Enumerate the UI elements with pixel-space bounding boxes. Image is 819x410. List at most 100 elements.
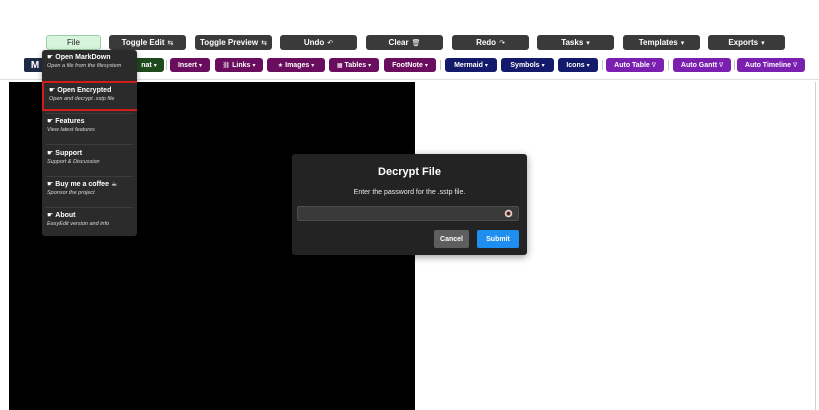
format-button[interactable]: nat ▾ [134,58,164,72]
menu-item-desc: View latest features [47,127,95,133]
menu-item-title-row: ☛ Buy me a coffee ☕ [47,180,137,189]
dialog-title: Decrypt File [378,166,441,178]
redo-icon: ↷ [499,39,505,47]
menu-item-open-markdown[interactable]: ☛ Open MarkDown Open a file from the fil… [42,50,137,80]
icons-label: Icons [566,61,585,69]
toggle-preview-button[interactable]: Toggle Preview ⇆ [195,35,272,50]
menu-item-title-row: ☛ Support [47,149,137,158]
chevron-down-icon: ▾ [153,62,157,69]
menu-item-desc: Open a file from the filesystem [47,63,122,69]
chevron-down-icon: ▾ [541,62,545,69]
coffee-icon: ☕ [110,181,118,188]
chevron-down-icon: ▾ [586,62,590,69]
menu-item-desc: Open and decrypt .sstp file [49,96,115,102]
menu-item-desc: Support & Discussion [47,159,100,165]
chevron-down-icon: ▾ [252,62,256,69]
menu-item-title: About [55,211,76,219]
menu-item-buy-coffee[interactable]: ☛ Buy me a coffee ☕ Sponsor the project [42,177,137,207]
chevron-down-icon: ▾ [311,62,315,69]
easyedit-app: File Toggle Edit ⇆ Toggle Preview ⇆ Undo… [0,0,819,410]
nabla-icon: ∇ [651,62,656,69]
tasks-button[interactable]: Tasks ▾ [537,35,614,50]
auto-timeline-button[interactable]: Auto Timeline ∇ [737,58,805,72]
auto-gantt-button[interactable]: Auto Gantt ∇ [673,58,731,72]
auto-gantt-label: Auto Gantt [680,61,718,69]
preview-border [815,82,816,410]
hand-pointer-icon: ☛ [47,212,54,219]
chevron-down-icon: ▾ [424,62,428,69]
insert-button[interactable]: Insert ▾ [170,58,210,72]
menu-item-title-row: ☛ Open Encrypted [49,86,137,95]
auto-timeline-label: Auto Timeline [744,61,792,69]
clear-label: Clear [388,38,409,47]
file-label: File [67,38,80,47]
tables-label: Tables [344,61,367,69]
toggle-edit-label: Toggle Edit [121,38,165,47]
eye-icon[interactable] [504,209,513,218]
icons-button[interactable]: Icons ▾ [558,58,598,72]
chevron-down-icon: ▾ [680,39,685,47]
submit-button[interactable]: Submit [477,230,519,248]
toolbar-divider [440,60,441,70]
swap-icon: ⇆ [261,39,267,47]
nabla-icon: ∇ [719,62,724,69]
tables-button[interactable]: ▦ Tables ▾ [329,58,379,72]
toolbar-divider [166,60,167,70]
auto-table-button[interactable]: Auto Table ∇ [606,58,664,72]
chevron-down-icon: ▾ [484,62,488,69]
toolbar-divider [734,60,735,70]
link-icon: ⛓ [222,62,231,69]
chevron-down-icon: ▾ [368,62,372,69]
undo-button[interactable]: Undo ↶ [280,35,357,50]
links-label: Links [232,61,251,69]
footnote-button[interactable]: FootNote ▾ [384,58,436,72]
images-button[interactable]: ★ Images ▾ [267,58,325,72]
menu-item-title-row: ☛ Open MarkDown [47,53,137,62]
logo-letter: M [30,59,40,71]
menu-item-title: Support [55,149,83,157]
swap-icon: ⇆ [167,39,174,47]
menu-item-open-encrypted[interactable]: ☛ Open Encrypted Open and decrypt .sstp … [42,81,137,111]
menu-item-title-row: ☛ Features [47,117,137,126]
file-button[interactable]: File [46,35,101,50]
trash-icon: 🗑 [411,39,421,47]
menu-item-title: Features [55,117,85,125]
star-icon: ★ [277,62,284,69]
table-icon: ▦ [336,62,343,69]
toolbar-divider [602,60,603,70]
tasks-label: Tasks [561,38,584,47]
redo-button[interactable]: Redo ↷ [452,35,529,50]
toolbar-divider [668,60,669,70]
templates-button[interactable]: Templates ▾ [623,35,700,50]
undo-label: Undo [303,38,325,47]
clear-button[interactable]: Clear 🗑 [366,35,443,50]
footnote-label: FootNote [392,61,423,69]
dialog-message: Enter the password for the .sstp file. [353,189,466,196]
menu-divider [46,144,133,145]
cancel-button[interactable]: Cancel [434,230,469,248]
toggle-edit-button[interactable]: Toggle Edit ⇆ [109,35,186,50]
symbols-button[interactable]: Symbols ▾ [501,58,554,72]
exports-label: Exports [728,38,759,47]
mermaid-button[interactable]: Mermaid ▾ [445,58,497,72]
menu-item-title: Open Encrypted [57,86,112,94]
links-button[interactable]: ⛓ Links ▾ [215,58,263,72]
chevron-down-icon: ▾ [586,39,590,47]
password-input[interactable] [297,206,519,221]
menu-item-support[interactable]: ☛ Support Support & Discussion [42,146,137,176]
templates-label: Templates [638,38,678,47]
undo-icon: ↶ [327,39,334,47]
menu-item-title: Open MarkDown [55,53,111,61]
menu-item-about[interactable]: ☛ About EasyEdit version and info [42,208,137,236]
menu-item-desc: EasyEdit version and info [47,221,110,227]
chevron-down-icon: ▾ [199,62,203,69]
symbols-label: Symbols [510,61,540,69]
menu-item-title-row: ☛ About [47,211,137,220]
hand-pointer-icon: ☛ [47,150,54,157]
images-label: Images [285,61,310,69]
exports-button[interactable]: Exports ▾ [708,35,785,50]
menu-item-features[interactable]: ☛ Features View latest features [42,114,137,144]
insert-label: Insert [177,61,198,69]
file-menu: ☛ Open MarkDown Open a file from the fil… [42,50,137,236]
auto-table-label: Auto Table [614,61,650,69]
